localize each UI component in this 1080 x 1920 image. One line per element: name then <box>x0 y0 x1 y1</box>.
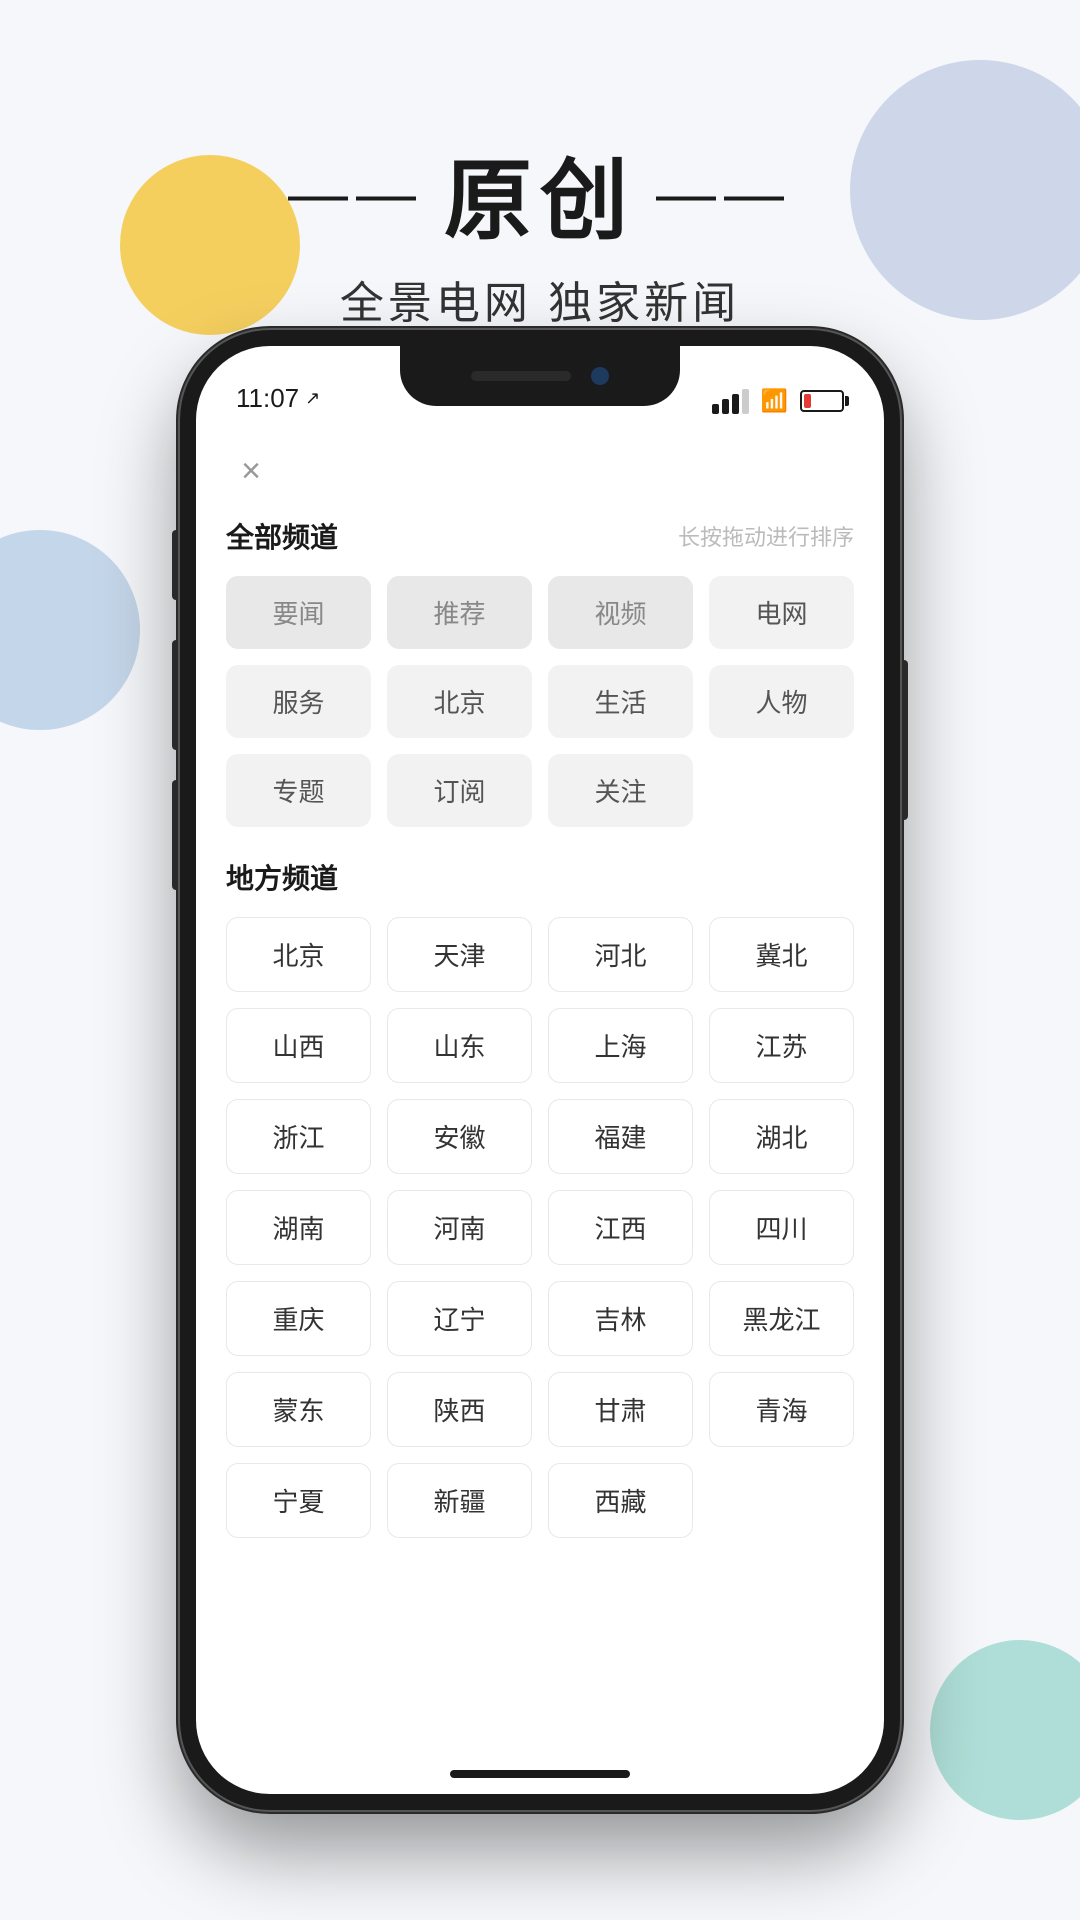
channel-tag[interactable]: 人物 <box>709 665 854 738</box>
channel-tag[interactable]: 北京 <box>387 665 532 738</box>
local-channels-grid: 北京天津河北冀北山西山东上海江苏浙江安徽福建湖北湖南河南江西四川重庆辽宁吉林黑龙… <box>226 917 854 1538</box>
channel-tag[interactable]: 订阅 <box>387 754 532 827</box>
phone-btn-power <box>900 660 908 820</box>
local-tag[interactable]: 河南 <box>387 1190 532 1265</box>
phone-frame: 11:07 ↗ 📶 <box>180 330 900 1810</box>
local-tag[interactable]: 西藏 <box>548 1463 693 1538</box>
battery-fill <box>804 394 811 408</box>
all-channels-grid: 要闻推荐视频电网服务北京生活人物专题订阅关注 <box>226 576 854 827</box>
wifi-icon: 📶 <box>761 388 788 414</box>
local-tag[interactable]: 江西 <box>548 1190 693 1265</box>
local-tag[interactable]: 宁夏 <box>226 1463 371 1538</box>
channel-tag[interactable]: 服务 <box>226 665 371 738</box>
local-tag[interactable]: 山西 <box>226 1008 371 1083</box>
local-tag[interactable]: 福建 <box>548 1099 693 1174</box>
bg-circle-blue-left <box>0 530 140 730</box>
phone-screen: 11:07 ↗ 📶 <box>196 346 884 1794</box>
local-tag[interactable]: 重庆 <box>226 1281 371 1356</box>
phone-btn-vol-down <box>172 780 180 890</box>
header-subtitle: 全景电网 独家新闻 <box>0 267 1080 331</box>
phone-btn-vol-up <box>172 640 180 750</box>
header-title: —— 原创 —— <box>0 130 1080 257</box>
time-text: 11:07 <box>236 383 299 414</box>
phone-camera <box>591 367 609 385</box>
channel-tag[interactable]: 视频 <box>548 576 693 649</box>
local-tag[interactable]: 黑龙江 <box>709 1281 854 1356</box>
local-tag[interactable]: 四川 <box>709 1190 854 1265</box>
local-tag[interactable]: 陕西 <box>387 1372 532 1447</box>
channel-tag[interactable]: 推荐 <box>387 576 532 649</box>
section-divider: 地方频道 <box>226 857 854 897</box>
local-tag[interactable]: 上海 <box>548 1008 693 1083</box>
signal-bar-1 <box>712 404 719 414</box>
app-content[interactable]: × 全部频道 长按拖动进行排序 要闻推荐视频电网服务北京生活人物专题订阅关注 地… <box>196 426 884 1794</box>
channel-tag[interactable]: 生活 <box>548 665 693 738</box>
direction-icon: ↗ <box>305 388 320 409</box>
sort-hint: 长按拖动进行排序 <box>678 520 854 552</box>
all-channels-title: 全部频道 <box>226 516 338 556</box>
signal-bars <box>712 389 749 414</box>
channel-tag[interactable]: 电网 <box>709 576 854 649</box>
channel-tag[interactable]: 专题 <box>226 754 371 827</box>
dash-right: —— <box>656 159 792 228</box>
close-icon[interactable]: × <box>241 452 261 491</box>
signal-bar-4 <box>742 389 749 414</box>
title-text: 原创 <box>444 130 636 257</box>
local-tag[interactable]: 吉林 <box>548 1281 693 1356</box>
signal-bar-3 <box>732 394 739 414</box>
local-tag[interactable]: 浙江 <box>226 1099 371 1174</box>
header-area: —— 原创 —— 全景电网 独家新闻 <box>0 130 1080 331</box>
channel-tag[interactable]: 关注 <box>548 754 693 827</box>
local-tag[interactable]: 辽宁 <box>387 1281 532 1356</box>
phone-speaker <box>471 371 571 381</box>
local-tag[interactable]: 湖北 <box>709 1099 854 1174</box>
dash-left: —— <box>288 159 424 228</box>
local-channels-title: 地方频道 <box>226 863 338 894</box>
local-tag[interactable]: 天津 <box>387 917 532 992</box>
phone-notch <box>400 346 680 406</box>
local-tag[interactable]: 蒙东 <box>226 1372 371 1447</box>
signal-bar-2 <box>722 399 729 414</box>
local-tag[interactable]: 青海 <box>709 1372 854 1447</box>
channel-tag[interactable]: 要闻 <box>226 576 371 649</box>
local-tag[interactable]: 江苏 <box>709 1008 854 1083</box>
home-indicator <box>450 1770 630 1778</box>
local-tag[interactable]: 甘肃 <box>548 1372 693 1447</box>
status-time: 11:07 ↗ <box>236 383 320 414</box>
phone-btn-mute <box>172 530 180 600</box>
close-button[interactable]: × <box>226 446 276 496</box>
local-tag[interactable]: 冀北 <box>709 917 854 992</box>
all-channels-header: 全部频道 长按拖动进行排序 <box>226 516 854 556</box>
bg-circle-teal-bottom <box>930 1640 1080 1820</box>
local-tag[interactable]: 山东 <box>387 1008 532 1083</box>
phone-mockup: 11:07 ↗ 📶 <box>180 330 900 1810</box>
status-icons: 📶 <box>712 388 844 414</box>
local-tag[interactable]: 安徽 <box>387 1099 532 1174</box>
local-tag[interactable]: 湖南 <box>226 1190 371 1265</box>
local-tag[interactable]: 河北 <box>548 917 693 992</box>
local-tag[interactable]: 新疆 <box>387 1463 532 1538</box>
battery-icon <box>800 390 844 412</box>
local-tag[interactable]: 北京 <box>226 917 371 992</box>
